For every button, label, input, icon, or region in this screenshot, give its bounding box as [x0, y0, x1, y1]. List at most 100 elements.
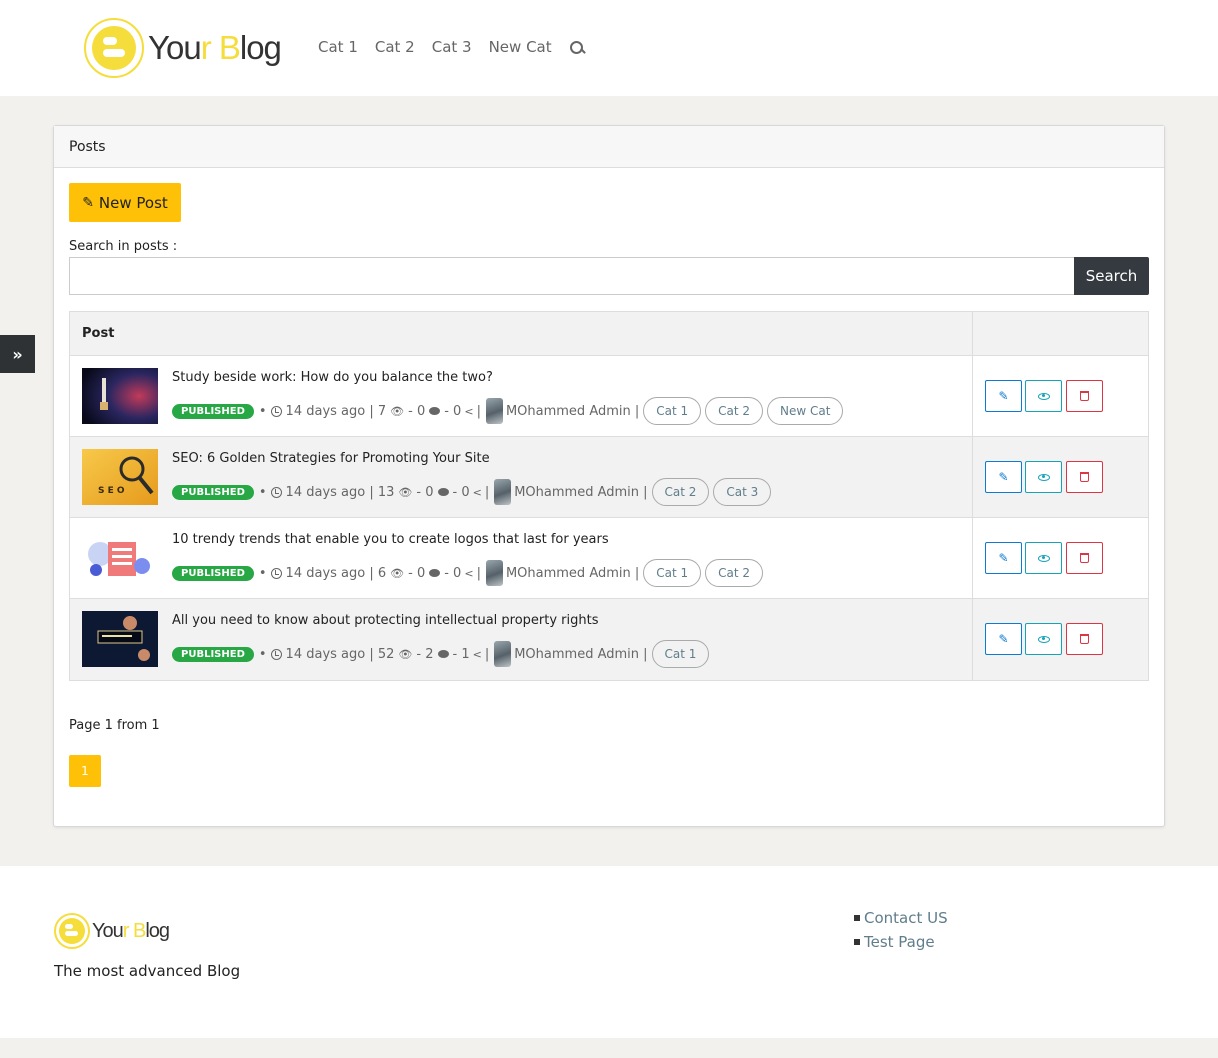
edit-button[interactable]: ✎: [985, 380, 1022, 412]
footer-link-test-page[interactable]: Test Page: [854, 933, 948, 951]
share-count: - 0: [452, 484, 470, 500]
footer-link-contact-us[interactable]: Contact US: [854, 909, 948, 927]
comment-icon: [437, 488, 449, 496]
search-button[interactable]: Search: [1074, 257, 1149, 295]
page-button-1[interactable]: 1: [69, 755, 101, 787]
nav-item-cat-2[interactable]: Cat 2: [375, 38, 415, 56]
table-row: 10 trendy trends that enable you to crea…: [70, 518, 1148, 599]
status-badge: PUBLISHED: [172, 565, 254, 581]
post-thumbnail[interactable]: [82, 368, 158, 424]
logo-text: Your Blog: [92, 919, 170, 942]
category-tag[interactable]: Cat 1: [643, 397, 702, 425]
view-button[interactable]: [1025, 461, 1062, 493]
clock-icon: [270, 567, 282, 579]
post-thumbnail[interactable]: [82, 611, 158, 667]
table-row: Study beside work: How do you balance th…: [70, 356, 1148, 437]
post-cell: Study beside work: How do you balance th…: [70, 356, 973, 436]
post-thumbnail[interactable]: [82, 530, 158, 586]
status-badge: PUBLISHED: [172, 484, 254, 500]
view-button[interactable]: [1025, 542, 1062, 574]
card-title: Posts: [54, 126, 1164, 168]
delete-button[interactable]: [1066, 461, 1103, 493]
site-logo[interactable]: Your Blog: [84, 18, 282, 78]
avatar: [494, 479, 512, 505]
clock-icon: [270, 648, 282, 660]
eye-icon: 👁: [390, 566, 405, 580]
search-icon[interactable]: [569, 40, 585, 56]
post-cell: All you need to know about protecting in…: [70, 599, 973, 680]
post-time: 14 days ago |: [285, 565, 374, 581]
eye-icon: 👁: [390, 404, 405, 418]
category-tag[interactable]: Cat 2: [651, 478, 710, 506]
category-tag[interactable]: New Cat: [767, 397, 844, 425]
edit-button[interactable]: ✎: [985, 623, 1022, 655]
pencil-icon: ✎: [998, 632, 1009, 646]
view-count: 7: [377, 403, 387, 419]
eye-icon: 👁: [398, 647, 413, 661]
footer-logo[interactable]: Your Blog: [54, 913, 170, 949]
view-count: 6: [377, 565, 387, 581]
status-badge: PUBLISHED: [172, 403, 254, 419]
site-header: Your Blog Cat 1 Cat 2 Cat 3 New Cat: [0, 0, 1218, 96]
main-nav: Cat 1 Cat 2 Cat 3 New Cat: [318, 38, 585, 56]
category-tag[interactable]: Cat 1: [643, 559, 702, 587]
eye-icon: [1037, 473, 1050, 481]
post-meta: PUBLISHED • 14 days ago | 52 👁 - 2 - 1 <…: [172, 639, 710, 669]
post-title[interactable]: SEO: 6 Golden Strategies for Promoting Y…: [172, 451, 490, 466]
nav-item-new-cat[interactable]: New Cat: [489, 38, 552, 56]
post-author[interactable]: MOhammed Admin |: [514, 647, 647, 662]
share-icon: <: [464, 404, 474, 418]
posts-table: Post Study beside work: How do you balan…: [69, 311, 1149, 681]
category-tag[interactable]: Cat 2: [705, 559, 764, 587]
comment-icon: [437, 650, 449, 658]
eye-icon: [1037, 635, 1050, 643]
share-count: - 0: [444, 403, 462, 419]
post-author[interactable]: MOhammed Admin |: [506, 566, 639, 581]
sidebar-toggle-button[interactable]: »: [0, 335, 35, 373]
eye-icon: [1037, 392, 1050, 400]
logo-text: Your Blog: [148, 29, 282, 66]
post-thumbnail[interactable]: S E O: [82, 449, 158, 505]
share-count: - 0: [444, 565, 462, 581]
post-title[interactable]: Study beside work: How do you balance th…: [172, 370, 493, 385]
view-button[interactable]: [1025, 623, 1062, 655]
blogger-logo-icon: [54, 913, 90, 949]
search-input[interactable]: [69, 257, 1075, 295]
clock-icon: [270, 405, 282, 417]
edit-button[interactable]: ✎: [985, 461, 1022, 493]
category-tag[interactable]: Cat 3: [713, 478, 772, 506]
post-meta: PUBLISHED • 14 days ago | 7 👁 - 0 - 0 < …: [172, 396, 844, 426]
delete-button[interactable]: [1066, 380, 1103, 412]
table-row: All you need to know about protecting in…: [70, 599, 1148, 680]
meta-separator: |: [484, 484, 490, 500]
post-author[interactable]: MOhammed Admin |: [514, 485, 647, 500]
view-count: 13: [377, 484, 395, 500]
comment-count: - 0: [408, 403, 426, 419]
pencil-icon: ✎: [998, 551, 1009, 565]
post-author[interactable]: MOhammed Admin |: [506, 404, 639, 419]
view-button[interactable]: [1025, 380, 1062, 412]
trash-icon: [1080, 634, 1089, 644]
post-time: 14 days ago |: [285, 403, 374, 419]
delete-button[interactable]: [1066, 542, 1103, 574]
pagination-info: Page 1 from 1: [69, 718, 160, 733]
actions-cell: ✎: [973, 599, 1148, 680]
delete-button[interactable]: [1066, 623, 1103, 655]
edit-button[interactable]: ✎: [985, 542, 1022, 574]
new-post-button[interactable]: ✎ New Post: [69, 183, 181, 222]
search-label: Search in posts :: [69, 239, 178, 254]
category-tag[interactable]: Cat 2: [705, 397, 764, 425]
post-title[interactable]: All you need to know about protecting in…: [172, 613, 599, 628]
comment-icon: [429, 407, 441, 415]
post-cell: 10 trendy trends that enable you to crea…: [70, 518, 973, 598]
nav-item-cat-3[interactable]: Cat 3: [432, 38, 472, 56]
nav-item-cat-1[interactable]: Cat 1: [318, 38, 358, 56]
avatar: [494, 641, 512, 667]
category-tag[interactable]: Cat 1: [651, 640, 710, 668]
post-title[interactable]: 10 trendy trends that enable you to crea…: [172, 532, 609, 547]
post-time: 14 days ago |: [285, 484, 374, 500]
clock-icon: [270, 486, 282, 498]
site-footer: Your Blog The most advanced Blog Contact…: [0, 866, 1218, 1038]
actions-cell: ✎: [973, 437, 1148, 517]
double-chevron-right-icon: »: [12, 344, 23, 364]
